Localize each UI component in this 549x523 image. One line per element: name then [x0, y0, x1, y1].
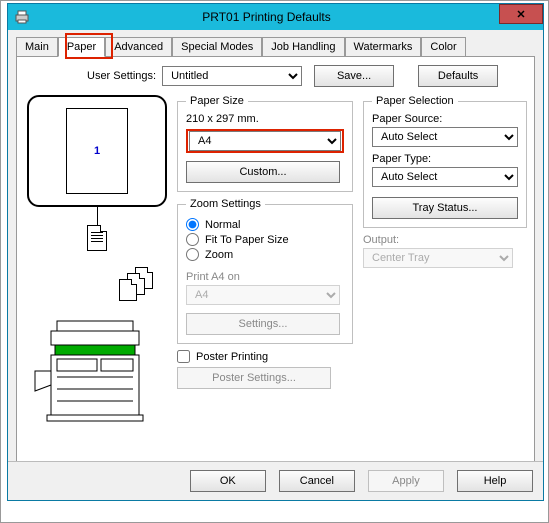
tab-panel: User Settings: Untitled Save... Defaults… — [16, 56, 535, 476]
apply-button: Apply — [368, 470, 444, 492]
zoom-normal-row[interactable]: Normal — [186, 218, 344, 231]
tab-color[interactable]: Color — [421, 37, 465, 57]
poster-checkbox[interactable] — [177, 350, 190, 363]
content-columns: 1 — [27, 95, 524, 438]
paper-size-legend: Paper Size — [186, 95, 248, 107]
preview-card: 1 — [27, 95, 167, 207]
paper-size-group: Paper Size 210 x 297 mm. A4 Custom... — [177, 95, 353, 192]
zoom-zoom-row[interactable]: Zoom — [186, 248, 344, 261]
paper-source-label: Paper Source: — [372, 113, 518, 125]
zoom-zoom-radio[interactable] — [186, 248, 199, 261]
custom-size-button[interactable]: Custom... — [186, 161, 340, 183]
output-label: Output: — [363, 234, 525, 246]
ok-button[interactable]: OK — [190, 470, 266, 492]
poster-settings-button: Poster Settings... — [177, 367, 331, 389]
tab-strip: Main Paper Advanced Special Modes Job Ha… — [16, 36, 535, 56]
output-select: Center Tray — [363, 248, 513, 268]
zoom-fit-radio[interactable] — [186, 233, 199, 246]
paper-selection-group: Paper Selection Paper Source: Auto Selec… — [363, 95, 527, 228]
dialog-window: PRT01 Printing Defaults ✕ Main Paper Adv… — [7, 3, 544, 501]
paper-type-label: Paper Type: — [372, 153, 518, 165]
cancel-button[interactable]: Cancel — [279, 470, 355, 492]
print-on-select: A4 — [186, 285, 340, 305]
zoom-fit-row[interactable]: Fit To Paper Size — [186, 233, 344, 246]
poster-checkbox-row[interactable]: Poster Printing — [177, 350, 353, 363]
close-button[interactable]: ✕ — [499, 4, 543, 24]
zoom-settings-button: Settings... — [186, 313, 340, 335]
user-settings-select[interactable]: Untitled — [162, 66, 302, 86]
poster-label: Poster Printing — [196, 351, 268, 363]
titlebar: PRT01 Printing Defaults ✕ — [8, 4, 543, 30]
preview-page-number: 1 — [94, 145, 100, 157]
user-settings-row: User Settings: Untitled Save... Defaults — [27, 65, 524, 87]
printer-icon — [14, 9, 30, 25]
tab-watermarks[interactable]: Watermarks — [345, 37, 422, 57]
highlight-paper-size: A4 — [186, 129, 344, 153]
zoom-legend: Zoom Settings — [186, 198, 265, 210]
button-bar: OK Cancel Apply Help — [8, 461, 543, 500]
client-area: Main Paper Advanced Special Modes Job Ha… — [8, 30, 543, 480]
paper-source-select[interactable]: Auto Select — [372, 127, 518, 147]
preview-page: 1 — [66, 108, 128, 194]
paper-type-select[interactable]: Auto Select — [372, 167, 518, 187]
zoom-normal-radio[interactable] — [186, 218, 199, 231]
tab-special-modes[interactable]: Special Modes — [172, 37, 262, 57]
right-column: Paper Selection Paper Source: Auto Selec… — [363, 95, 525, 438]
print-on-label: Print A4 on — [186, 271, 344, 283]
zoom-zoom-label: Zoom — [205, 249, 233, 261]
stacked-pages-icon — [119, 267, 161, 309]
help-button[interactable]: Help — [457, 470, 533, 492]
preview-column: 1 — [27, 95, 167, 438]
save-button[interactable]: Save... — [314, 65, 394, 87]
screenshot-frame: PRT01 Printing Defaults ✕ Main Paper Adv… — [0, 0, 549, 523]
paper-selection-legend: Paper Selection — [372, 95, 458, 107]
paper-size-select[interactable]: A4 — [189, 131, 341, 151]
preview-tag-line — [97, 207, 98, 225]
tab-job-handling[interactable]: Job Handling — [262, 37, 344, 57]
preview-tag-doc-icon — [87, 225, 107, 251]
tab-paper[interactable]: Paper — [58, 37, 105, 57]
printer-illustration — [27, 315, 167, 438]
tab-advanced[interactable]: Advanced — [105, 37, 172, 57]
zoom-group: Zoom Settings Normal Fit To Paper Size Z… — [177, 198, 353, 344]
window-title: PRT01 Printing Defaults — [30, 10, 543, 24]
zoom-normal-label: Normal — [205, 219, 240, 231]
user-settings-label: User Settings: — [87, 70, 156, 82]
defaults-button[interactable]: Defaults — [418, 65, 498, 87]
tray-status-button[interactable]: Tray Status... — [372, 197, 518, 219]
paper-size-dims: 210 x 297 mm. — [186, 113, 344, 125]
tab-main[interactable]: Main — [16, 37, 58, 57]
middle-column: Paper Size 210 x 297 mm. A4 Custom... Zo… — [177, 95, 353, 438]
zoom-fit-label: Fit To Paper Size — [205, 234, 289, 246]
